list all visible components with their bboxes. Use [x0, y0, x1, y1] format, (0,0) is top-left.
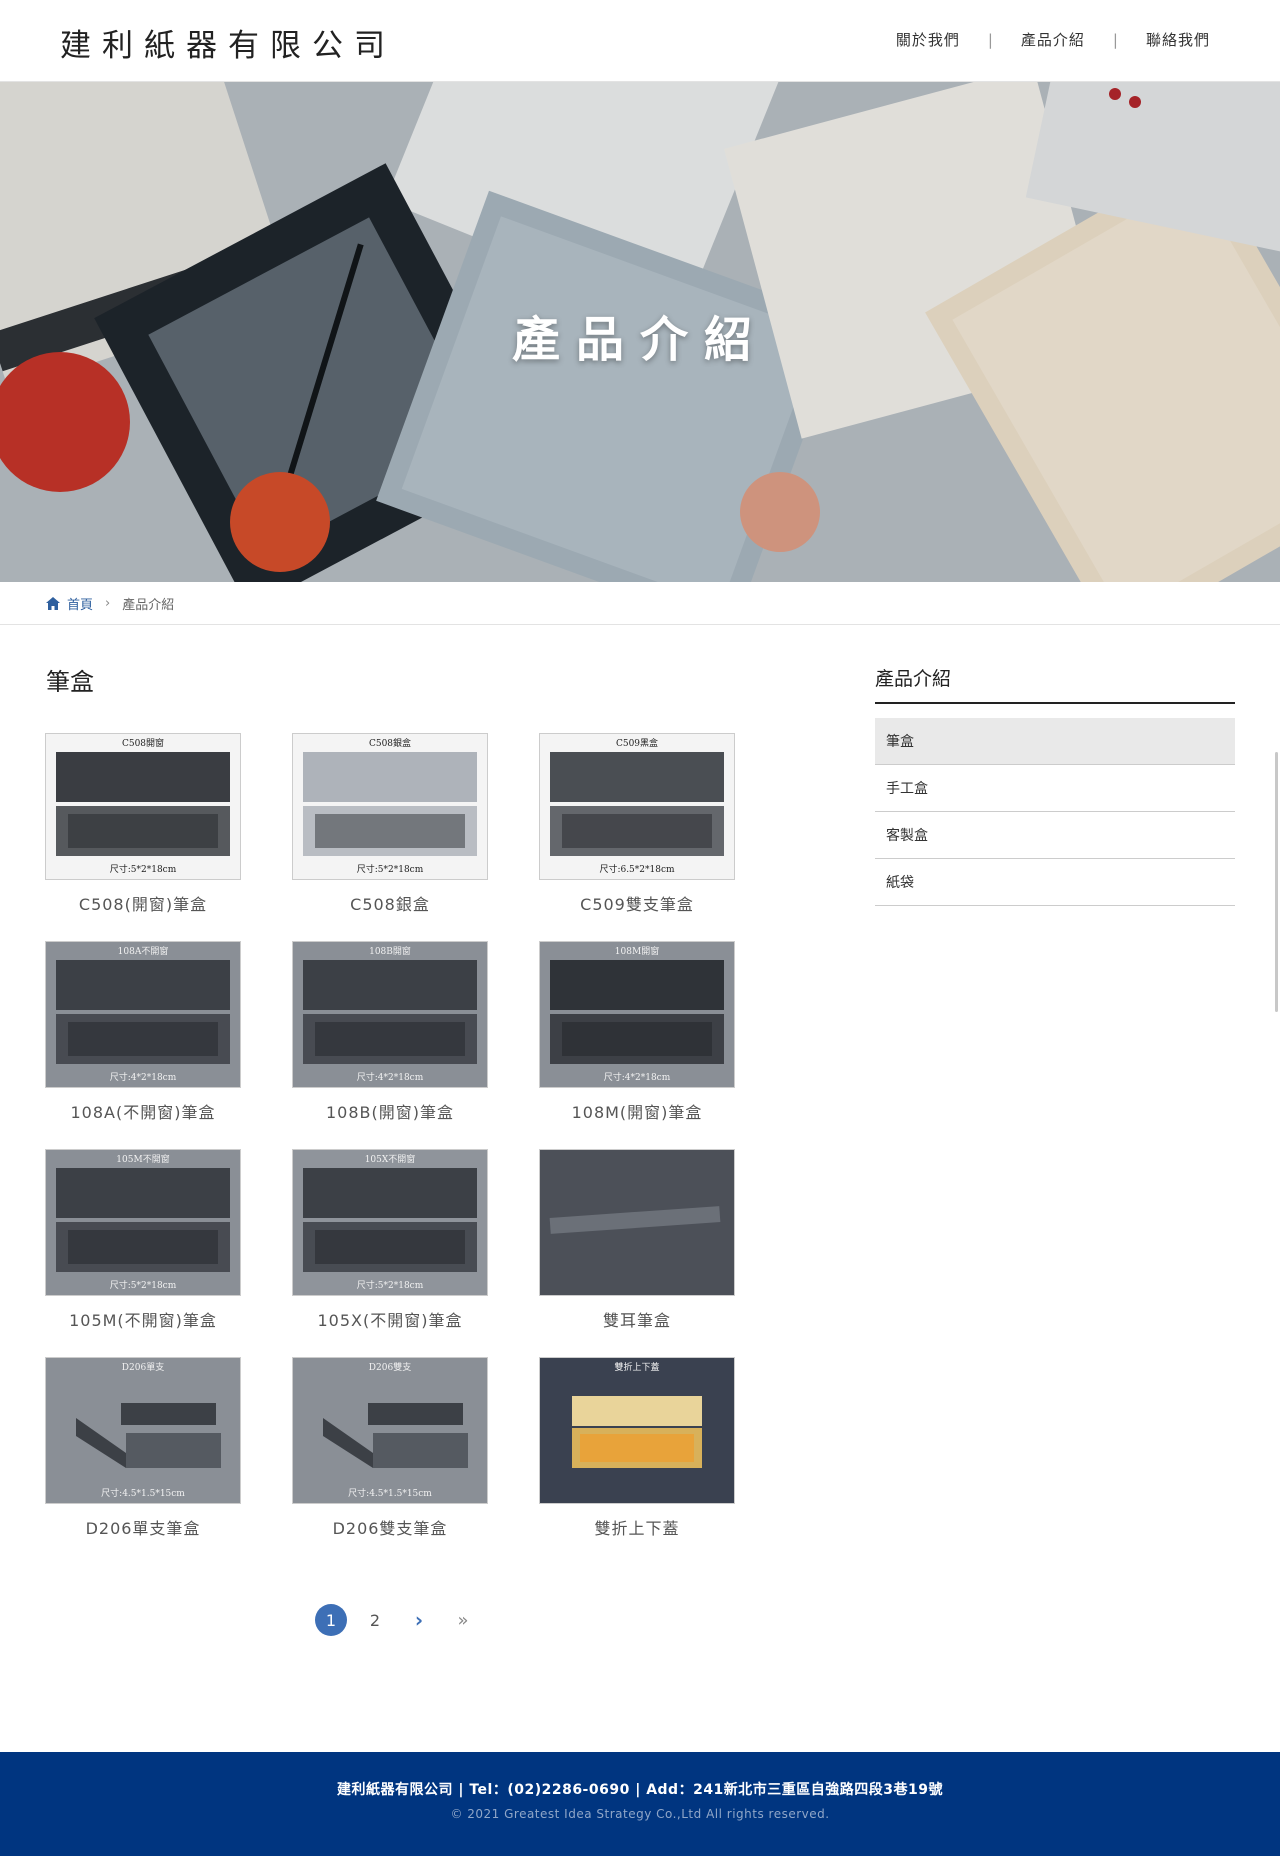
- product-card[interactable]: D206單支尺寸:4.5*1.5*15cm D206單支筆盒: [45, 1357, 241, 1539]
- product-photo[interactable]: C509黑盒尺寸:6.5*2*18cm: [539, 733, 735, 880]
- product-card[interactable]: D206雙支尺寸:4.5*1.5*15cm D206雙支筆盒: [292, 1357, 488, 1539]
- product-caption[interactable]: 105M(不開窗)筆盒: [45, 1307, 241, 1331]
- pagination: 1 2 › »: [315, 1604, 491, 1636]
- sidebar-item-pen-box[interactable]: 筆盒: [875, 718, 1235, 765]
- photo-size-text: 尺寸:4.5*1.5*15cm: [101, 1487, 185, 1499]
- photo-label-text: D206雙支: [369, 1361, 411, 1373]
- photo-size-text: 尺寸:4*2*18cm: [110, 1071, 177, 1083]
- page-1-button[interactable]: 1: [315, 1604, 347, 1636]
- photo-label-text: C509黑盒: [616, 737, 658, 749]
- photo-label-text: C508銀盒: [369, 737, 411, 749]
- breadcrumb-home-label: 首頁: [67, 597, 94, 613]
- product-card[interactable]: 105X不開窗 尺寸:5*2*18cm 105X(不開窗)筆盒: [292, 1149, 488, 1331]
- product-card[interactable]: C508銀盒 尺寸:5*2*18cm C508銀盒: [292, 733, 488, 915]
- product-photo[interactable]: D206單支尺寸:4.5*1.5*15cm: [45, 1357, 241, 1504]
- site-footer: 建利紙器有限公司 | Tel：(02)2286-0690 | Add：241新北…: [0, 1752, 1280, 1856]
- photo-label-text: 105X不開窗: [365, 1153, 416, 1165]
- sidebar-item-custom-box[interactable]: 客製盒: [875, 812, 1235, 859]
- product-caption[interactable]: D206單支筆盒: [45, 1515, 241, 1539]
- photo-size-text: 尺寸:5*2*18cm: [357, 1279, 424, 1291]
- product-caption[interactable]: 108B(開窗)筆盒: [292, 1099, 488, 1123]
- product-photo[interactable]: 108B開窗尺寸:4*2*18cm: [292, 941, 488, 1088]
- nav-separator: |: [1112, 30, 1118, 49]
- product-caption[interactable]: 雙折上下蓋: [539, 1515, 735, 1539]
- home-icon: [46, 596, 60, 610]
- sidebar-item-paper-bag[interactable]: 紙袋: [875, 859, 1235, 906]
- product-card[interactable]: 105M不開窗 尺寸:5*2*18cm 105M(不開窗)筆盒: [45, 1149, 241, 1331]
- photo-label-text: 105M不開窗: [116, 1153, 169, 1165]
- footer-copyright: © 2021 Greatest Idea Strategy Co.,Ltd Al…: [450, 1807, 830, 1821]
- product-photo[interactable]: D206雙支尺寸:4.5*1.5*15cm: [292, 1357, 488, 1504]
- product-photo[interactable]: 105X不開窗 尺寸:5*2*18cm: [292, 1149, 488, 1296]
- page-scrollbar[interactable]: [1275, 752, 1278, 1012]
- page-title: 筆盒: [46, 668, 94, 696]
- footer-contact: 建利紙器有限公司 | Tel：(02)2286-0690 | Add：241新北…: [336, 1782, 944, 1798]
- photo-size-text: 尺寸:5*2*18cm: [357, 863, 424, 875]
- product-photo[interactable]: C508銀盒尺寸:5*2*18cm: [292, 733, 488, 880]
- product-photo[interactable]: [539, 1149, 735, 1296]
- next-page-icon[interactable]: ›: [403, 1604, 435, 1636]
- product-caption[interactable]: C509雙支筆盒: [539, 891, 735, 915]
- photo-size-text: 尺寸:4*2*18cm: [357, 1071, 424, 1083]
- product-caption[interactable]: 108M(開窗)筆盒: [539, 1099, 735, 1123]
- product-photo[interactable]: 雙折上下蓋: [539, 1357, 735, 1504]
- photo-size-text: 尺寸:4.5*1.5*15cm: [348, 1487, 432, 1499]
- product-photo[interactable]: 105M不開窗 尺寸:5*2*18cm: [45, 1149, 241, 1296]
- photo-size-text: 尺寸:6.5*2*18cm: [599, 863, 675, 875]
- hero-banner: 產品介紹: [0, 82, 1280, 582]
- breadcrumb: 首頁 › 產品介紹: [0, 582, 1280, 625]
- breadcrumb-current: 產品介紹: [122, 597, 175, 613]
- product-caption[interactable]: 108A(不開窗)筆盒: [45, 1099, 241, 1123]
- photo-label-text: C508開窗: [122, 737, 164, 749]
- hero-title: 產品介紹: [511, 312, 768, 368]
- sidebar-item-handmade-box[interactable]: 手工盒: [875, 765, 1235, 812]
- page-2-button[interactable]: 2: [359, 1604, 391, 1636]
- product-card[interactable]: C508開窗尺寸:5*2*18cm C508(開窗)筆盒: [45, 733, 241, 915]
- nav-contact[interactable]: 聯絡我們: [1146, 29, 1210, 50]
- last-page-icon[interactable]: »: [447, 1604, 479, 1636]
- product-caption[interactable]: 雙耳筆盒: [539, 1307, 735, 1331]
- product-caption[interactable]: D206雙支筆盒: [292, 1515, 488, 1539]
- sidebar-title: 產品介紹: [875, 664, 1235, 704]
- product-card[interactable]: C509黑盒尺寸:6.5*2*18cm C509雙支筆盒: [539, 733, 735, 915]
- sidebar-category-list: 筆盒 手工盒 客製盒 紙袋: [875, 718, 1235, 906]
- product-caption[interactable]: 105X(不開窗)筆盒: [292, 1307, 488, 1331]
- photo-label-text: 108M開窗: [615, 945, 659, 957]
- product-caption[interactable]: C508(開窗)筆盒: [45, 891, 241, 915]
- photo-label-text: 108B開窗: [369, 945, 411, 957]
- photo-label-text: D206單支: [122, 1361, 164, 1373]
- nav-about[interactable]: 關於我們: [896, 29, 960, 50]
- nav-separator: |: [987, 30, 993, 49]
- site-logo[interactable]: 建利紙器有限公司: [60, 20, 396, 65]
- product-card[interactable]: 108M開窗 尺寸:4*2*18cm 108M(開窗)筆盒: [539, 941, 735, 1123]
- product-photo[interactable]: C508開窗尺寸:5*2*18cm: [45, 733, 241, 880]
- photo-label-text: 108A不開窗: [118, 945, 169, 957]
- product-card[interactable]: 108A不開窗 尺寸:4*2*18cm 108A(不開窗)筆盒: [45, 941, 241, 1123]
- nav-products[interactable]: 產品介紹: [1021, 29, 1085, 50]
- breadcrumb-separator-icon: ›: [105, 595, 111, 611]
- photo-size-text: 尺寸:5*2*18cm: [110, 1279, 177, 1291]
- photo-size-text: 尺寸:5*2*18cm: [110, 863, 177, 875]
- main-nav: 關於我們 | 產品介紹 | 聯絡我們: [896, 29, 1210, 50]
- product-card[interactable]: 雙耳筆盒: [539, 1149, 735, 1331]
- product-caption[interactable]: C508銀盒: [292, 891, 488, 915]
- photo-label-text: 雙折上下蓋: [614, 1361, 659, 1373]
- photo-size-text: 尺寸:4*2*18cm: [604, 1071, 671, 1083]
- product-card[interactable]: 雙折上下蓋 雙折上下蓋: [539, 1357, 735, 1539]
- breadcrumb-home-link[interactable]: 首頁: [46, 594, 93, 613]
- product-card[interactable]: 108B開窗尺寸:4*2*18cm 108B(開窗)筆盒: [292, 941, 488, 1123]
- site-header: 建利紙器有限公司 關於我們 | 產品介紹 | 聯絡我們: [0, 0, 1280, 82]
- product-photo[interactable]: 108M開窗 尺寸:4*2*18cm: [539, 941, 735, 1088]
- product-photo[interactable]: 108A不開窗 尺寸:4*2*18cm: [45, 941, 241, 1088]
